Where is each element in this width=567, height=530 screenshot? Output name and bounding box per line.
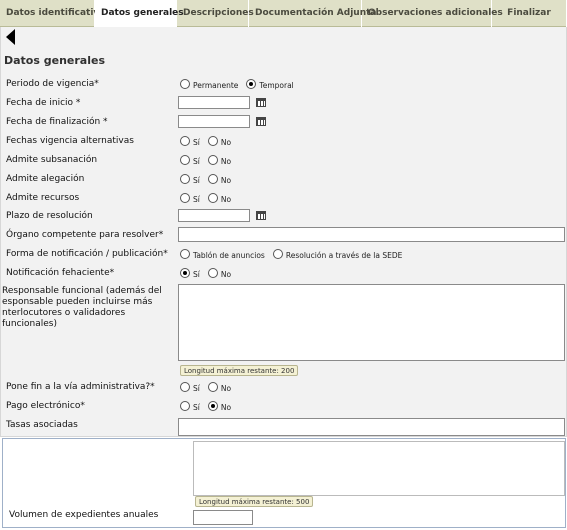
- label-no: No: [220, 384, 232, 393]
- label-no: No: [220, 176, 232, 185]
- radio-fehaciente-si[interactable]: [180, 268, 190, 278]
- row-finalizacion: Fecha de finalización *: [0, 114, 567, 133]
- radio-subsanacion-si[interactable]: [180, 155, 190, 165]
- organo-input[interactable]: [178, 227, 565, 242]
- row-fehaciente: Notificación fehaciente* Sí No: [0, 265, 567, 284]
- label-si: Sí: [193, 138, 200, 147]
- bottom-panel: Longitud máxima restante: 500 Volumen de…: [2, 438, 566, 528]
- tab-observaciones-adicionales[interactable]: Observaciones adicionales: [362, 0, 503, 27]
- row-periodo: Periodo de vigencia* Permanente Temporal: [0, 76, 567, 95]
- back-arrow-icon[interactable]: [6, 29, 15, 45]
- radio-temporal[interactable]: [246, 79, 257, 89]
- label-recursos: Admite recursos: [6, 193, 80, 203]
- label-temporal: Temporal: [259, 81, 294, 90]
- radio-subsanacion-no[interactable]: [207, 155, 218, 165]
- row-tasas: Tasas asociadas: [0, 417, 567, 436]
- tab-datos-identificativos[interactable]: Datos identificativos: [0, 0, 111, 27]
- tab-datos-generales[interactable]: Datos generales: [95, 0, 184, 28]
- label-si: Sí: [193, 195, 200, 204]
- radio-alegacion-si[interactable]: [180, 174, 190, 184]
- radio-recursos-si[interactable]: [180, 193, 190, 203]
- calendar-icon[interactable]: [256, 98, 266, 107]
- row-subsanacion: Admite subsanación Sí No: [0, 152, 567, 171]
- row-pone-fin: Pone fin a la vía administrativa?* Sí No: [0, 379, 567, 398]
- label-si: Sí: [193, 384, 200, 393]
- row-recursos: Admite recursos Sí No: [0, 190, 567, 209]
- label-tablon: Tablón de anuncios: [193, 251, 265, 260]
- row-responsable: Responsable funcional (además del espons…: [0, 283, 567, 378]
- label-plazo: Plazo de resolución: [6, 211, 93, 221]
- bottom-counter: Longitud máxima restante: 500: [195, 496, 314, 507]
- label-periodo: Periodo de vigencia*: [6, 79, 99, 89]
- label-organo: Órgano competente para resolver*: [6, 230, 164, 240]
- label-subsanacion: Admite subsanación: [6, 155, 98, 165]
- radio-alternativas-no[interactable]: [207, 136, 218, 146]
- plazo-input[interactable]: [178, 209, 250, 222]
- radio-recursos-no[interactable]: [207, 193, 218, 203]
- label-finalizacion: Fecha de finalización *: [6, 117, 108, 127]
- radio-fehaciente-no[interactable]: [207, 268, 218, 278]
- label-si: Sí: [193, 176, 200, 185]
- label-si: Sí: [193, 403, 200, 412]
- label-no: No: [220, 270, 232, 279]
- label-volumen: Volumen de expedientes anuales: [9, 510, 159, 520]
- label-no: No: [220, 157, 232, 166]
- label-no: No: [220, 138, 232, 147]
- responsable-textarea[interactable]: [178, 284, 565, 361]
- radio-pago-si[interactable]: [180, 401, 190, 411]
- radio-pone-fin-si[interactable]: [180, 382, 190, 392]
- label-si: Sí: [193, 270, 200, 279]
- label-alegacion: Admite alegación: [6, 174, 85, 184]
- tab-documentacion-adjunta[interactable]: Documentación Adjunta: [249, 0, 377, 27]
- label-fehaciente: Notificación fehaciente*: [6, 268, 115, 278]
- label-no: No: [220, 403, 232, 412]
- label-sede: Resolución a través de la SEDE: [285, 251, 403, 260]
- label-pago: Pago electrónico*: [6, 401, 85, 411]
- calendar-icon[interactable]: [256, 117, 266, 126]
- responsable-counter: Longitud máxima restante: 200: [180, 365, 299, 376]
- calendar-icon[interactable]: [256, 211, 266, 220]
- fecha-finalizacion-input[interactable]: [178, 115, 250, 128]
- radio-alternativas-si[interactable]: [180, 136, 190, 146]
- row-alegacion: Admite alegación Sí No: [0, 171, 567, 190]
- bottom-textarea[interactable]: [193, 441, 565, 496]
- row-notificacion: Forma de notificación / publicación* Tab…: [0, 246, 567, 265]
- radio-sede[interactable]: [272, 249, 283, 259]
- volumen-input[interactable]: [193, 510, 253, 525]
- row-organo: Órgano competente para resolver*: [0, 227, 567, 246]
- label-si: Sí: [193, 157, 200, 166]
- row-inicio: Fecha de inicio *: [0, 95, 567, 114]
- fecha-inicio-input[interactable]: [178, 96, 250, 109]
- tab-descripciones[interactable]: Descripciones: [177, 0, 254, 27]
- row-plazo: Plazo de resolución: [0, 208, 567, 227]
- row-pago: Pago electrónico* Sí No: [0, 398, 567, 417]
- radio-pone-fin-no[interactable]: [207, 382, 218, 392]
- row-alternativas: Fechas vigencia alternativas Sí No: [0, 133, 567, 152]
- label-permanente: Permanente: [193, 81, 239, 90]
- tab-bar: Datos identificativos Datos generales De…: [0, 0, 567, 28]
- label-alternativas: Fechas vigencia alternativas: [6, 136, 134, 146]
- radio-permanente[interactable]: [180, 79, 190, 89]
- radio-pago-no[interactable]: [207, 401, 218, 411]
- label-inicio: Fecha de inicio *: [6, 98, 81, 108]
- label-tasas: Tasas asociadas: [6, 420, 78, 430]
- label-responsable: Responsable funcional (además del espons…: [2, 286, 162, 329]
- radio-alegacion-no[interactable]: [207, 174, 218, 184]
- tab-finalizar[interactable]: Finalizar: [492, 0, 567, 27]
- tasas-input[interactable]: [178, 418, 565, 436]
- label-notificacion: Forma de notificación / publicación*: [6, 249, 168, 259]
- label-no: No: [220, 195, 232, 204]
- label-pone-fin: Pone fin a la vía administrativa?*: [6, 382, 155, 392]
- section-title: Datos generales: [4, 54, 105, 67]
- radio-tablon[interactable]: [180, 249, 190, 259]
